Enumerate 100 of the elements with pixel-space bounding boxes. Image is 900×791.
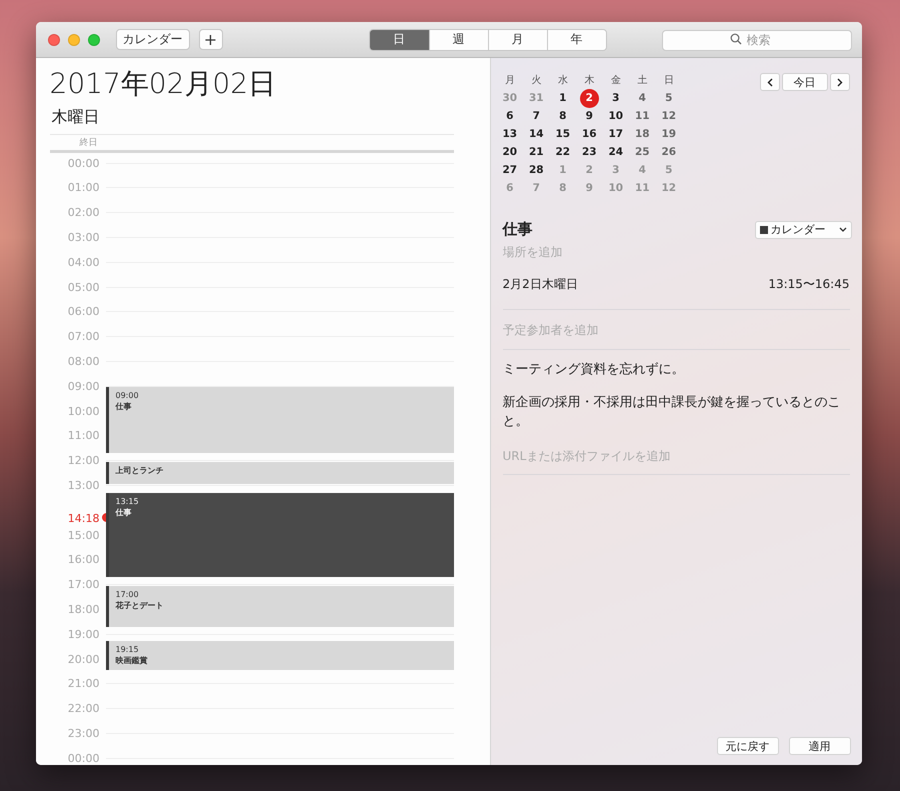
hour-label: 17:00 [66, 578, 100, 592]
invitees-field[interactable]: 予定参加者を追加 [502, 320, 850, 340]
mini-calendar-day[interactable]: 23 [580, 144, 599, 160]
minimize-button[interactable] [68, 34, 80, 46]
event-block[interactable]: 17:00 花子とデート [106, 586, 454, 627]
apply-button[interactable]: 適用 [788, 737, 850, 755]
current-time-label: 14:18 [66, 512, 100, 525]
calendar-dropdown[interactable]: カレンダー [754, 220, 852, 238]
mini-calendar-day[interactable]: 5 [659, 90, 678, 106]
view-tab[interactable]: 月 [488, 30, 546, 50]
mini-calendar-day[interactable]: 16 [580, 126, 599, 142]
weekday-heading: 木曜日 [52, 106, 100, 128]
mini-calendar-day[interactable]: 2 [580, 88, 599, 108]
hour-label: 06:00 [66, 305, 100, 318]
event-time: 17:00 [116, 588, 140, 600]
event-block[interactable]: 19:15 映画鑑賞 [106, 641, 454, 670]
mini-calendar-day[interactable]: 10 [606, 108, 626, 124]
search-field[interactable]: 検索 [662, 30, 852, 50]
hour-label: 03:00 [66, 230, 100, 244]
close-button[interactable] [48, 34, 60, 46]
event-block[interactable]: 09:00 仕事 [106, 387, 454, 454]
hour-label: 01:00 [66, 181, 100, 194]
event-note: ミーティング資料を忘れずに。 [502, 361, 686, 379]
hour-label: 00:00 [66, 156, 100, 170]
mini-calendar-day[interactable]: 24 [606, 144, 626, 160]
weekday-label: 月 [504, 74, 516, 88]
weekday-label: 日 [662, 74, 675, 88]
event-title: 映画鑑賞 [116, 655, 148, 666]
hour-label: 08:00 [66, 354, 100, 368]
mini-calendar-day[interactable]: 28 [526, 162, 546, 178]
hour-label: 04:00 [66, 256, 100, 269]
next-button[interactable] [830, 73, 850, 91]
hour-label: 05:00 [66, 280, 100, 294]
event-title: 花子とデート [116, 600, 164, 611]
event-time: 19:15 [116, 644, 140, 656]
chevron-down-icon [838, 227, 846, 232]
event-title: 上司とランチ [116, 464, 164, 476]
mini-calendar-day[interactable]: 8 [553, 108, 572, 124]
hour-label: 23:00 [66, 726, 100, 740]
event-time: 09:00 [116, 390, 140, 402]
attachment-field[interactable]: URLまたは添付ファイルを追加 [502, 446, 850, 466]
view-tab[interactable]: 日 [370, 30, 428, 50]
mini-calendar-day[interactable]: 14 [526, 126, 546, 142]
location-field[interactable]: 場所を追加 [502, 242, 850, 262]
weekday-label: 木 [583, 74, 596, 88]
hour-label: 18:00 [66, 602, 100, 616]
event-date[interactable]: 2月2日木曜日 [502, 276, 578, 293]
calendars-button[interactable]: カレンダー [116, 29, 190, 50]
date-heading: 2017年02月02日 [50, 66, 278, 102]
mini-calendar-day[interactable]: 11 [632, 108, 652, 124]
today-button[interactable]: 今日 [782, 73, 828, 91]
event-title: 仕事 [116, 506, 132, 518]
hour-label: 11:00 [66, 429, 100, 442]
mini-calendar-day[interactable]: 21 [526, 144, 546, 160]
hour-label: 12:00 [66, 454, 100, 468]
mini-calendar-day[interactable]: 17 [606, 126, 626, 142]
mini-calendar-day[interactable]: 12 [659, 108, 678, 124]
mini-calendar-day[interactable]: 19 [659, 126, 678, 142]
mini-calendar-day[interactable]: 25 [632, 144, 652, 160]
revert-button[interactable]: 元に戻す [716, 737, 778, 755]
hour-label: 15:00 [66, 528, 100, 542]
add-button[interactable]: + [198, 29, 222, 50]
event-block[interactable]: 上司とランチ [106, 462, 454, 484]
mini-calendar-day[interactable]: 3 [606, 90, 626, 106]
hour-label: 07:00 [66, 330, 100, 344]
mini-calendar-day[interactable]: 22 [553, 144, 572, 160]
mini-calendar-day[interactable]: 27 [500, 162, 520, 178]
previous-button[interactable] [760, 73, 780, 91]
hour-label: 09:00 [66, 380, 100, 393]
hour-label: 22:00 [66, 702, 100, 716]
chevron-left-icon [766, 78, 772, 86]
weekday-label: 火 [530, 74, 542, 88]
mini-calendar-day[interactable]: 26 [659, 144, 678, 160]
hour-label: 20:00 [66, 652, 100, 666]
hour-label: 19:00 [66, 628, 100, 641]
all-day-label: 終日 [80, 136, 98, 149]
event-block[interactable]: 13:15 仕事 [106, 492, 454, 578]
mini-calendar-day[interactable]: 13 [500, 126, 520, 142]
mini-calendar-day[interactable]: 7 [526, 108, 546, 124]
event-time-range[interactable]: 13:15〜16:45 [768, 276, 850, 293]
zoom-button[interactable] [88, 34, 100, 46]
search-icon [730, 33, 742, 45]
mini-calendar-day[interactable]: 20 [500, 144, 520, 160]
event-note: 新企画の採用・不採用は田中課長が鍵を握っているとのこと。 [502, 394, 842, 431]
view-tab[interactable]: 年 [546, 30, 606, 50]
mini-calendar-day[interactable]: 18 [632, 126, 652, 142]
hour-label: 16:00 [66, 553, 100, 566]
mini-calendar-day[interactable]: 9 [580, 108, 599, 124]
hour-label: 21:00 [66, 677, 100, 690]
mini-calendar-day[interactable]: 1 [553, 90, 572, 106]
mini-calendar-day[interactable]: 6 [500, 108, 520, 124]
hour-label: 13:00 [66, 478, 100, 492]
view-tab[interactable]: 週 [428, 30, 488, 50]
weekday-label: 水 [556, 74, 569, 88]
weekday-label: 土 [636, 74, 648, 88]
mini-calendar-day[interactable]: 15 [553, 126, 572, 142]
event-title: 仕事 [116, 401, 132, 412]
hour-label: 02:00 [66, 206, 100, 220]
event-time: 13:15 [116, 496, 140, 507]
mini-calendar-day[interactable]: 4 [632, 90, 652, 106]
